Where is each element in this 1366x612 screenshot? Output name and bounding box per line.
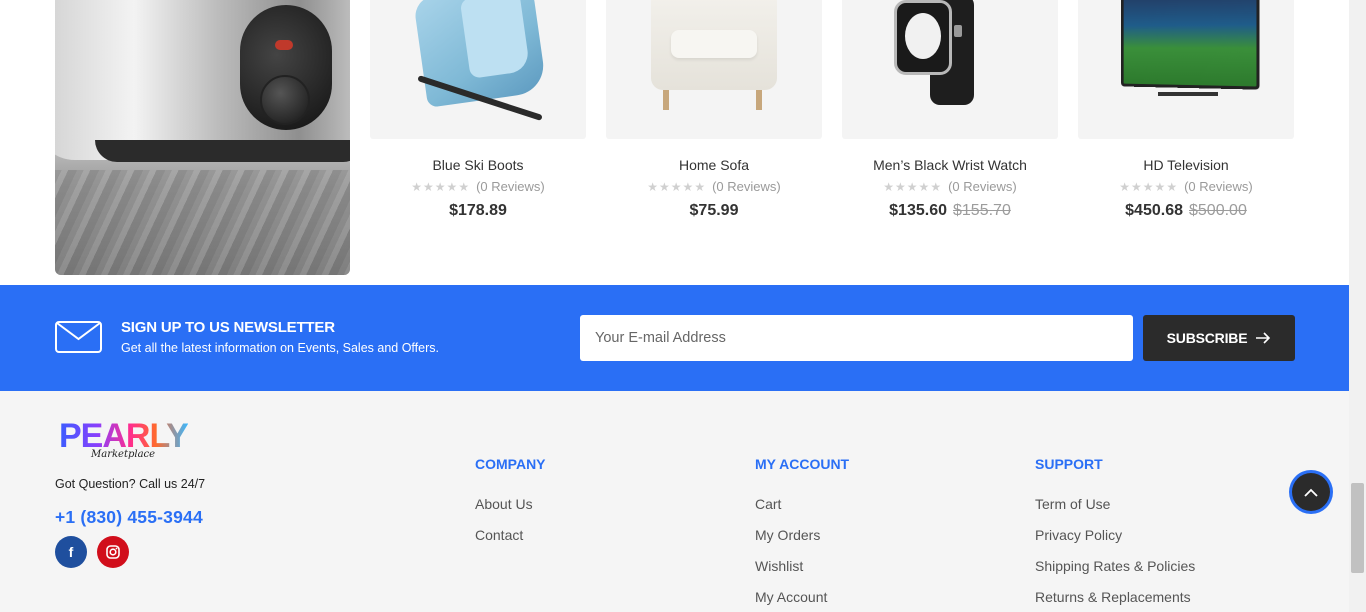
product-price: $135.60 — [889, 202, 947, 219]
sofa-cushion-shape — [671, 30, 757, 58]
envelope-icon — [55, 321, 102, 353]
scrollbar-thumb[interactable] — [1351, 483, 1364, 573]
product-old-price: $155.70 — [953, 202, 1011, 219]
product-card[interactable]: Blue Ski Boots ★★★★★ (0 Reviews) $178.89 — [370, 0, 586, 230]
newsletter-banner: SIGN UP TO US NEWSLETTER Get all the lat… — [0, 285, 1349, 391]
product-card[interactable]: HD Television ★★★★★ (0 Reviews) $450.68 $5… — [1078, 0, 1294, 230]
product-price: $450.68 — [1125, 202, 1183, 219]
watch-crown-shape — [954, 25, 962, 37]
promo-banner-slow-cooker[interactable] — [55, 0, 350, 275]
arrow-right-icon — [1256, 332, 1271, 344]
support-question: Got Question? Call us 24/7 — [55, 477, 206, 491]
footer-column-title-support: SUPPORT — [1035, 456, 1103, 472]
subscribe-button[interactable]: SUBSCRIBE — [1143, 315, 1295, 361]
banner-indicator-light — [275, 40, 293, 50]
rating-stars-icon: ★★★★★ — [1119, 180, 1179, 194]
footer-link-returns[interactable]: Returns & Replacements — [1035, 589, 1191, 605]
product-rating: ★★★★★ (0 Reviews) — [842, 179, 1058, 195]
product-rating: ★★★★★ (0 Reviews) — [370, 179, 586, 195]
sofa-leg — [663, 90, 669, 110]
instagram-icon[interactable] — [97, 536, 129, 568]
footer-link-cart[interactable]: Cart — [755, 496, 781, 512]
banner-cooker-base — [95, 140, 350, 162]
footer-link-about-us[interactable]: About Us — [475, 496, 533, 512]
review-count: (0 Reviews) — [1184, 179, 1253, 194]
product-card[interactable]: Home Sofa ★★★★★ (0 Reviews) $75.99 — [606, 0, 822, 230]
footer-link-my-account[interactable]: My Account — [755, 589, 827, 605]
footer-link-my-orders[interactable]: My Orders — [755, 527, 820, 543]
sofa-leg — [756, 90, 762, 110]
instagram-glyph-icon — [106, 545, 120, 559]
product-rating: ★★★★★ (0 Reviews) — [606, 179, 822, 195]
facebook-icon[interactable]: f — [55, 536, 87, 568]
footer-link-wishlist[interactable]: Wishlist — [755, 558, 803, 574]
rating-stars-icon: ★★★★★ — [647, 180, 707, 194]
newsletter-subtitle: Get all the latest information on Events… — [121, 341, 439, 355]
logo-wordmark: PEARLY — [59, 417, 189, 455]
envelope-flap-icon — [56, 322, 101, 341]
product-price-row: $75.99 — [606, 201, 822, 221]
product-name[interactable]: Home Sofa — [606, 156, 822, 174]
scroll-to-top-button[interactable] — [1289, 470, 1333, 514]
product-image[interactable] — [606, 0, 822, 139]
footer-link-privacy-policy[interactable]: Privacy Policy — [1035, 527, 1122, 543]
product-image[interactable] — [842, 0, 1058, 139]
rating-stars-icon: ★★★★★ — [883, 180, 943, 194]
review-count: (0 Reviews) — [712, 179, 781, 194]
product-name[interactable]: HD Television — [1078, 156, 1294, 174]
subscribe-button-label: SUBSCRIBE — [1166, 330, 1248, 346]
product-image[interactable] — [1078, 0, 1294, 139]
product-price: $178.89 — [449, 202, 507, 219]
product-old-price: $500.00 — [1189, 202, 1247, 219]
logo-tagline: Marketplace — [91, 449, 156, 460]
banner-counter-texture — [55, 170, 350, 275]
television-screen-shape — [1120, 0, 1260, 90]
product-rating: ★★★★★ (0 Reviews) — [1078, 179, 1294, 195]
banner-dial — [260, 75, 310, 125]
review-count: (0 Reviews) — [476, 179, 545, 194]
email-input[interactable] — [580, 315, 1133, 361]
ski-boot-cuff-shape — [459, 0, 531, 79]
watch-case-shape — [894, 0, 952, 75]
product-image[interactable] — [370, 0, 586, 139]
product-card[interactable]: Men’s Black Wrist Watch ★★★★★ (0 Reviews)… — [842, 0, 1058, 230]
scroll-to-top-inner — [1292, 473, 1330, 511]
footer-column-title-company: COMPANY — [475, 456, 546, 472]
footer-link-shipping-rates[interactable]: Shipping Rates & Policies — [1035, 558, 1195, 574]
footer-column-title-my-account: MY ACCOUNT — [755, 456, 850, 472]
newsletter-title: SIGN UP TO US NEWSLETTER — [121, 319, 335, 336]
product-price-row: $135.60 $155.70 — [842, 201, 1058, 221]
site-footer: PEARLY Marketplace Got Question? Call us… — [0, 391, 1349, 612]
television-stand-shape — [1158, 92, 1218, 96]
review-count: (0 Reviews) — [948, 179, 1017, 194]
phone-number[interactable]: +1 (830) 455-3944 — [55, 507, 203, 528]
product-price: $75.99 — [689, 202, 739, 219]
footer-link-term-of-use[interactable]: Term of Use — [1035, 496, 1110, 512]
chevron-up-icon — [1304, 488, 1318, 497]
product-name[interactable]: Men’s Black Wrist Watch — [842, 156, 1058, 174]
watch-face-shape — [905, 13, 941, 59]
product-name[interactable]: Blue Ski Boots — [370, 156, 586, 174]
footer-link-contact[interactable]: Contact — [475, 527, 523, 543]
product-price-row: $450.68 $500.00 — [1078, 201, 1294, 221]
rating-stars-icon: ★★★★★ — [411, 180, 471, 194]
pearly-logo[interactable]: PEARLY Marketplace — [59, 419, 199, 465]
products-section: Blue Ski Boots ★★★★★ (0 Reviews) $178.89 … — [0, 0, 1349, 285]
product-price-row: $178.89 — [370, 201, 586, 221]
